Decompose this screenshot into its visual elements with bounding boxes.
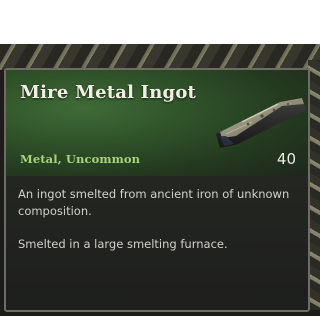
chain-decoration-top: [0, 44, 320, 70]
item-category: Metal, Uncommon: [20, 152, 141, 166]
item-count: 40: [276, 150, 296, 168]
item-title: Mire Metal Ingot: [20, 82, 197, 103]
item-source: Smelted in a large smelting furnace.: [18, 237, 228, 251]
mire-metal-ingot-icon: [216, 98, 306, 148]
item-description: An ingot smelted from ancient iron of un…: [18, 187, 290, 218]
item-tooltip: Mire Metal Ingot Metal, Uncommon 40 An i…: [4, 68, 310, 312]
